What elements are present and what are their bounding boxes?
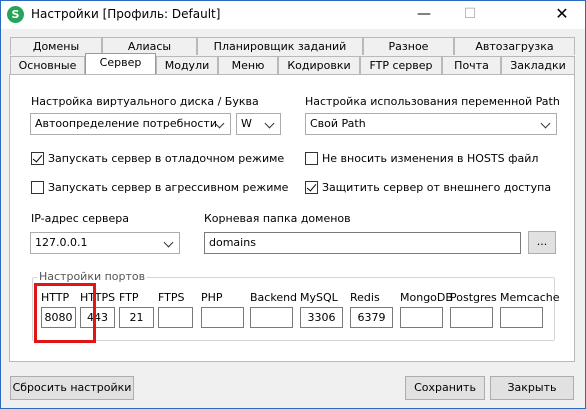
memcache-port-label: Memcache (500, 291, 560, 304)
debug-mode-label[interactable]: Запускать сервер в отладочном режиме (48, 152, 284, 165)
tab-menu[interactable]: Меню (218, 56, 278, 74)
window-title: Настройки [Профиль: Default] (31, 7, 221, 21)
tab-mail[interactable]: Почта (442, 56, 501, 74)
reset-settings-button[interactable]: Сбросить настройки (10, 376, 134, 400)
path-var-value: Свой Path (310, 117, 366, 130)
tab-bookmarks[interactable]: Закладки (501, 56, 575, 74)
postgres-port-label: Postgres (450, 291, 497, 304)
tab-autostart[interactable]: Автозагрузка (454, 37, 575, 55)
mysql-port-input[interactable]: 3306 (300, 307, 343, 328)
mysql-port-label: MySQL (300, 291, 338, 304)
domains-folder-input[interactable]: domains (204, 232, 521, 254)
http-port-highlight (34, 283, 96, 343)
ftp-port-label: FTP (119, 291, 139, 304)
protect-server-checkbox[interactable] (305, 181, 318, 194)
tab-scheduler[interactable]: Планировщик заданий (197, 37, 363, 55)
php-port-label: PHP (201, 291, 223, 304)
virtual-disk-mode-value: Автоопределение потребности (35, 117, 217, 130)
path-var-select[interactable]: Свой Path (305, 113, 557, 135)
chevron-down-icon (215, 114, 225, 134)
tab-misc[interactable]: Разное (363, 37, 454, 55)
drive-letter-select[interactable]: W (236, 113, 281, 135)
ip-value: 127.0.0.1 (35, 236, 88, 249)
tab-ftp-server[interactable]: FTP сервер (360, 56, 442, 74)
virtual-disk-mode-select[interactable]: Автоопределение потребности (30, 113, 231, 135)
minimize-button[interactable]: — (401, 1, 447, 29)
mongodb-port-input[interactable] (400, 307, 443, 328)
ports-group-title: Настройки портов (37, 270, 148, 283)
ip-label: IP-адрес сервера (31, 212, 130, 225)
no-hosts-label[interactable]: Не вносить изменения в HOSTS файл (322, 152, 538, 165)
chevron-down-icon (164, 233, 174, 253)
tab-encodings[interactable]: Кодировки (278, 56, 360, 74)
chevron-down-icon (265, 114, 275, 134)
drive-letter-value: W (241, 117, 252, 130)
aggressive-mode-label[interactable]: Запускать сервер в агрессивном режиме (48, 181, 288, 194)
protect-server-label[interactable]: Защитить сервер от внешнего доступа (322, 181, 551, 194)
ip-select[interactable]: 127.0.0.1 (30, 232, 180, 254)
tab-server[interactable]: Сервер (85, 53, 156, 74)
redis-port-label: Redis (350, 291, 380, 304)
chevron-down-icon (541, 114, 551, 134)
aggressive-mode-checkbox[interactable] (31, 181, 44, 194)
ftp-port-input[interactable]: 21 (119, 307, 154, 328)
domains-folder-label: Корневая папка доменов (204, 212, 351, 225)
virtual-disk-label: Настройка виртуального диска / Буква (31, 95, 259, 108)
maximize-button[interactable]: ☐ (447, 1, 493, 29)
path-var-label: Настройка использования переменной Path (305, 95, 560, 108)
debug-mode-checkbox[interactable] (31, 152, 44, 165)
postgres-port-input[interactable] (450, 307, 493, 328)
tab-modules[interactable]: Модули (156, 56, 218, 74)
backend-port-label: Backend (250, 291, 298, 304)
backend-port-input[interactable] (250, 307, 293, 328)
tab-general[interactable]: Основные (10, 56, 85, 74)
redis-port-input[interactable]: 6379 (350, 307, 393, 328)
ftps-port-input[interactable] (158, 307, 193, 328)
close-window-button[interactable]: ✕ (539, 1, 585, 29)
app-logo-icon: S (7, 6, 24, 23)
close-button[interactable]: Закрыть (490, 376, 574, 400)
mongodb-port-label: MongoDB (400, 291, 453, 304)
ftps-port-label: FTPS (158, 291, 185, 304)
save-button[interactable]: Сохранить (405, 376, 485, 400)
browse-folder-button[interactable]: ... (528, 231, 556, 254)
no-hosts-checkbox[interactable] (305, 152, 318, 165)
php-port-input[interactable] (201, 307, 244, 328)
title-bar[interactable]: S Настройки [Профиль: Default] — ☐ ✕ (1, 1, 585, 29)
memcache-port-input[interactable] (500, 307, 543, 328)
settings-window: S Настройки [Профиль: Default] — ☐ ✕ Дом… (0, 0, 586, 409)
